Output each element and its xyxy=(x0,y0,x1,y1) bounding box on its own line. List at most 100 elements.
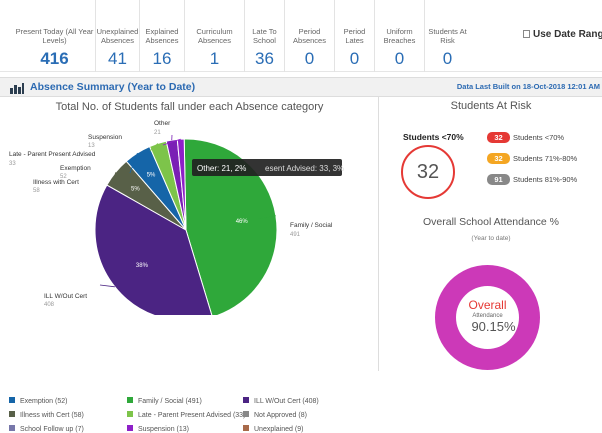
section-title: Absence Summary (Year to Date) xyxy=(30,81,195,93)
legend-item[interactable]: Unexplained (9) xyxy=(243,425,303,433)
legend-item[interactable]: Exemption (52) xyxy=(9,397,67,405)
legend-count: (58) xyxy=(71,412,83,419)
legend-swatch xyxy=(127,397,133,403)
attendance-title: Overall School Attendance % xyxy=(380,216,602,228)
legend-label: Not Approved xyxy=(254,412,296,419)
legend-item[interactable]: School Follow up (7) xyxy=(9,425,84,433)
stat-label: Unexplained Absences xyxy=(96,28,139,45)
chart-tooltip: esent Advised: 33, 3% Other: 21, 2% xyxy=(192,159,344,176)
legend-count: (408) xyxy=(302,398,318,405)
slice-pct-label: 38% xyxy=(136,263,149,269)
at-risk-subtitle: Students <70% xyxy=(403,132,464,142)
stat-label: Students At Risk xyxy=(425,28,470,45)
legend-swatch xyxy=(9,397,15,403)
legend-label: Suspension xyxy=(138,426,175,433)
stat-label: Period Absences xyxy=(285,28,334,45)
stat-uniform[interactable]: Uniform Breaches 0 xyxy=(375,0,425,72)
legend-swatch xyxy=(127,411,133,417)
stat-label: Curriculum Absences xyxy=(185,28,244,45)
at-risk-title: Students At Risk xyxy=(380,100,602,112)
stat-late[interactable]: Late To School 36 xyxy=(245,0,285,72)
checkbox-icon[interactable] xyxy=(523,30,530,38)
attendance-value: 90.15% xyxy=(462,319,525,334)
risk-row-81-90[interactable]: 91Students 81%-90% xyxy=(487,174,577,185)
right-panel: Students At Risk Students <70% 32 32Stud… xyxy=(380,97,602,371)
slice-count-label: 58 xyxy=(33,188,40,194)
leader-line xyxy=(100,285,115,287)
stat-present-today[interactable]: Present Today (All Year Levels) 416 xyxy=(14,0,96,72)
stat-period-lates[interactable]: Period Lates 0 xyxy=(335,0,375,72)
section-header: Absence Summary (Year to Date) Data Last… xyxy=(0,77,602,97)
stat-explained[interactable]: Explained Absences 16 xyxy=(140,0,185,72)
legend-swatch xyxy=(9,411,15,417)
legend-label: Late - Parent Present Advised xyxy=(138,412,231,419)
slice-count-label: 21 xyxy=(154,130,161,136)
attendance-subtitle: (Year to date) xyxy=(380,235,602,242)
data-built-timestamp: Data Last Built on 18-Oct-2018 12:01 AM xyxy=(457,82,600,91)
stat-value: 0 xyxy=(335,50,374,68)
legend-label: Family / Social xyxy=(138,398,184,405)
slice-count-label: 491 xyxy=(290,232,301,238)
risk-row-label: Students 71%-80% xyxy=(513,154,577,163)
legend-count: (13) xyxy=(177,426,189,433)
date-range-label: Use Date Range xyxy=(533,29,602,40)
date-range-toggle[interactable]: Use Date Range xyxy=(523,29,602,40)
legend-item[interactable]: Late - Parent Present Advised (33) xyxy=(127,411,245,419)
legend-count: (8) xyxy=(298,412,307,419)
stat-label: Period Lates xyxy=(335,28,374,45)
legend-item[interactable]: Illness with Cert (58) xyxy=(9,411,84,419)
slice-count-label: 52 xyxy=(60,174,67,180)
slice-outside-label: Illness with Cert xyxy=(33,179,79,186)
stat-value: 0 xyxy=(375,50,424,68)
legend-count: (491) xyxy=(185,398,201,405)
risk-count-badge: 91 xyxy=(487,174,510,185)
legend-item[interactable]: Family / Social (491) xyxy=(127,397,202,405)
risk-row-label: Students 81%-90% xyxy=(513,175,577,184)
absence-chart-panel: Total No. of Students fall under each Ab… xyxy=(0,97,379,371)
legend-label: ILL W/Out Cert xyxy=(254,398,300,405)
legend-swatch xyxy=(243,411,249,417)
stat-value: 36 xyxy=(245,50,284,68)
legend-swatch xyxy=(9,425,15,431)
risk-row-71-80[interactable]: 32Students 71%-80% xyxy=(487,153,577,164)
slice-count-label: 408 xyxy=(44,302,55,308)
risk-count-badge: 32 xyxy=(487,132,510,143)
slice-outside-label: Late - Parent Present Advised xyxy=(9,151,96,158)
stat-unexplained[interactable]: Unexplained Absences 41 xyxy=(96,0,140,72)
legend-count: (7) xyxy=(75,426,84,433)
legend-swatch xyxy=(243,397,249,403)
stat-value: 0 xyxy=(425,50,470,68)
stat-curriculum[interactable]: Curriculum Absences 1 xyxy=(185,0,245,72)
stat-at-risk[interactable]: Students At Risk 0 xyxy=(425,0,470,72)
risk-row-under-70[interactable]: 32Students <70% xyxy=(487,132,564,143)
stat-period-absences[interactable]: Period Absences 0 xyxy=(285,0,335,72)
donut-center: Overall Attendance 90.15% xyxy=(456,286,519,349)
slice-outside-label: Family / Social xyxy=(290,222,333,229)
donut-label: Overall xyxy=(456,298,519,312)
pie-chart: 46% 38% 5% 5% Family / Social 491 ILL W/Out C… xyxy=(0,115,379,315)
slice-outside-label: Other xyxy=(154,120,171,127)
attendance-donut[interactable]: Overall Attendance 90.15% xyxy=(435,265,540,370)
slice-count-label: 33 xyxy=(9,161,16,167)
tooltip-text: Other: 21, 2% xyxy=(197,164,246,173)
bar-chart-icon xyxy=(9,82,25,94)
slice-pct-label: 5% xyxy=(147,173,156,179)
legend-item[interactable]: Suspension (13) xyxy=(127,425,189,433)
legend-label: Exemption xyxy=(20,398,53,405)
slice-outside-label: ILL W/Out Cert xyxy=(44,293,87,300)
stat-value: 0 xyxy=(285,50,334,68)
legend-item[interactable]: Not Approved (8) xyxy=(243,411,307,419)
legend-item[interactable]: ILL W/Out Cert (408) xyxy=(243,397,319,405)
slice-outside-label: Exemption xyxy=(60,165,91,172)
risk-row-label: Students <70% xyxy=(513,133,564,142)
at-risk-total[interactable]: 32 xyxy=(401,145,455,199)
stat-value: 41 xyxy=(96,50,139,68)
slice-count-label: 13 xyxy=(88,143,95,149)
legend-count: (52) xyxy=(55,398,67,405)
slice-outside-label: Suspension xyxy=(88,134,122,141)
slice-pct-label: 5% xyxy=(131,186,140,192)
slice-pct-label: 46% xyxy=(236,219,249,225)
stat-value: 416 xyxy=(14,50,95,68)
legend-swatch xyxy=(127,425,133,431)
legend-count: (9) xyxy=(295,426,304,433)
